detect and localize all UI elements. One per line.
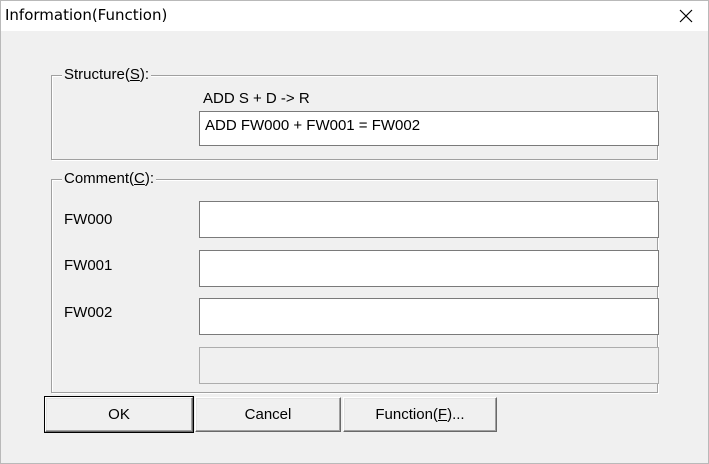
comment-row-label: FW002	[64, 304, 113, 321]
close-button[interactable]	[664, 1, 708, 31]
function-button[interactable]: Function(F)...	[343, 397, 497, 432]
structure-syntax: ADD S + D -> R	[203, 90, 310, 107]
cancel-button[interactable]: Cancel	[195, 397, 341, 432]
comment-row-label: FW001	[64, 257, 113, 274]
window-title: Information(Function)	[5, 6, 168, 24]
ok-button-label: OK	[108, 406, 130, 423]
comment-row-label: FW000	[64, 211, 113, 228]
information-function-dialog: Information(Function) Structure(S): ADD …	[0, 0, 709, 464]
comment-label: Comment(C):	[62, 170, 157, 188]
cancel-button-label: Cancel	[244, 406, 292, 423]
function-button-label: Function(F)...	[375, 406, 465, 423]
comment-fw000-field[interactable]	[199, 201, 659, 238]
ok-button[interactable]: OK	[44, 396, 194, 433]
comment-extra-field	[199, 347, 659, 384]
comment-fw002-field[interactable]	[199, 298, 659, 335]
comment-fw001-field[interactable]	[199, 250, 659, 287]
close-icon	[679, 9, 693, 23]
structure-label: Structure(S):	[62, 66, 152, 84]
structure-expression-field[interactable]: ADD FW000 + FW001 = FW002	[199, 111, 659, 146]
title-bar: Information(Function)	[1, 1, 708, 31]
